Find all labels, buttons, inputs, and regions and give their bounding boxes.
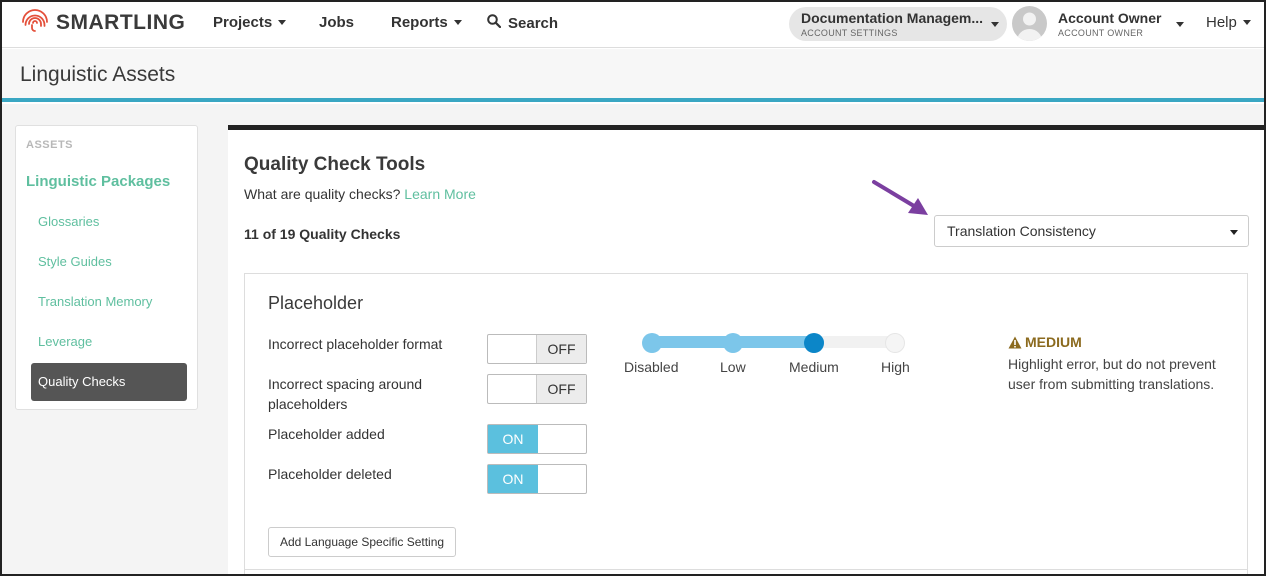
severity-stop-high[interactable] bbox=[885, 333, 905, 353]
toggle-state: ON bbox=[488, 465, 538, 493]
toggle-placeholder-deleted[interactable]: ON bbox=[487, 464, 587, 494]
severity-label-medium: Medium bbox=[789, 359, 839, 375]
annotation-arrow-icon bbox=[872, 180, 928, 215]
nav-help-label: Help bbox=[1206, 14, 1237, 31]
nav-reports-label: Reports bbox=[391, 14, 448, 31]
severity-title: MEDIUM bbox=[1008, 334, 1082, 350]
page-title: Linguistic Assets bbox=[20, 63, 176, 86]
nav-help[interactable]: Help bbox=[1206, 14, 1251, 31]
sidebar-item-glossaries[interactable]: Glossaries bbox=[38, 214, 99, 229]
user-menu-chevron-icon[interactable] bbox=[1176, 22, 1184, 27]
nav-search[interactable]: Search bbox=[487, 14, 558, 32]
section-title: Quality Check Tools bbox=[244, 154, 426, 175]
user-role: ACCOUNT OWNER bbox=[1058, 28, 1144, 38]
nav-reports[interactable]: Reports bbox=[391, 14, 462, 31]
severity-stop-medium[interactable] bbox=[804, 333, 824, 353]
toggle-placeholder-added[interactable]: ON bbox=[487, 424, 587, 454]
account-name: Documentation Managem... bbox=[801, 10, 984, 26]
sidebar: ASSETS Linguistic Packages Glossaries St… bbox=[15, 125, 198, 410]
card-divider bbox=[244, 569, 1248, 570]
sidebar-group-linguistic-packages[interactable]: Linguistic Packages bbox=[26, 173, 170, 190]
nav-jobs[interactable]: Jobs bbox=[319, 14, 354, 31]
toggle-state: ON bbox=[488, 425, 538, 453]
account-settings-label: ACCOUNT SETTINGS bbox=[801, 28, 898, 38]
chevron-down-icon bbox=[453, 20, 462, 25]
severity-title-text: MEDIUM bbox=[1025, 334, 1082, 350]
chevron-down-icon bbox=[278, 20, 287, 25]
sidebar-item-quality-checks[interactable]: Quality Checks bbox=[31, 363, 187, 401]
add-language-setting-button[interactable]: Add Language Specific Setting bbox=[268, 527, 456, 557]
sidebar-item-style-guides[interactable]: Style Guides bbox=[38, 254, 112, 269]
toggle-incorrect-spacing[interactable]: OFF bbox=[487, 374, 587, 404]
page-header: Linguistic Assets bbox=[0, 49, 1266, 102]
check-label-placeholder-deleted: Placeholder deleted bbox=[268, 466, 392, 482]
toggle-incorrect-format[interactable]: OFF bbox=[487, 334, 587, 364]
sidebar-item-translation-memory[interactable]: Translation Memory bbox=[38, 294, 152, 309]
sidebar-section-label: ASSETS bbox=[26, 139, 74, 151]
learn-more-link[interactable]: Learn More bbox=[404, 186, 476, 202]
severity-slider-track[interactable] bbox=[652, 336, 896, 348]
severity-label-high: High bbox=[881, 359, 910, 375]
account-switcher[interactable]: Documentation Managem... ACCOUNT SETTING… bbox=[789, 7, 1007, 41]
quality-check-count: 11 of 19 Quality Checks bbox=[244, 226, 401, 242]
nav-projects-label: Projects bbox=[213, 14, 273, 31]
logo-text: SMARTLING bbox=[56, 11, 186, 34]
dropdown-selected-value: Translation Consistency bbox=[947, 223, 1096, 239]
user-name[interactable]: Account Owner bbox=[1058, 10, 1161, 26]
chevron-down-icon bbox=[1242, 20, 1251, 25]
user-icon bbox=[1017, 12, 1042, 41]
logo[interactable]: SMARTLING bbox=[20, 8, 185, 38]
toggle-state: OFF bbox=[536, 375, 586, 403]
nav-projects[interactable]: Projects bbox=[213, 14, 287, 31]
avatar[interactable] bbox=[1012, 6, 1047, 41]
search-icon bbox=[487, 14, 508, 32]
severity-stop-disabled[interactable] bbox=[642, 333, 662, 353]
check-label-incorrect-format: Incorrect placeholder format bbox=[268, 336, 443, 352]
severity-stop-low[interactable] bbox=[723, 333, 743, 353]
quality-checks-help: What are quality checks? Learn More bbox=[244, 186, 476, 202]
quality-check-filter-dropdown[interactable]: Translation Consistency bbox=[934, 215, 1249, 247]
severity-label-disabled: Disabled bbox=[624, 359, 679, 375]
severity-label-low: Low bbox=[720, 359, 746, 375]
toggle-state: OFF bbox=[536, 335, 586, 363]
nav-jobs-label: Jobs bbox=[319, 14, 355, 31]
top-nav: SMARTLING Projects Jobs Reports Search D… bbox=[0, 0, 1266, 48]
fingerprint-logo-icon bbox=[22, 9, 48, 32]
chevron-down-icon bbox=[1230, 230, 1238, 235]
check-label-incorrect-spacing: Incorrect spacing around placeholders bbox=[268, 376, 423, 412]
chevron-down-icon bbox=[991, 22, 999, 27]
check-label-placeholder-added: Placeholder added bbox=[268, 426, 385, 442]
card-title: Placeholder bbox=[268, 293, 364, 313]
help-question: What are quality checks? bbox=[244, 186, 401, 202]
nav-search-label: Search bbox=[508, 14, 559, 32]
warning-icon bbox=[1008, 336, 1022, 348]
severity-description: Highlight error, but do not prevent user… bbox=[1008, 356, 1216, 392]
sidebar-item-leverage[interactable]: Leverage bbox=[38, 334, 92, 349]
